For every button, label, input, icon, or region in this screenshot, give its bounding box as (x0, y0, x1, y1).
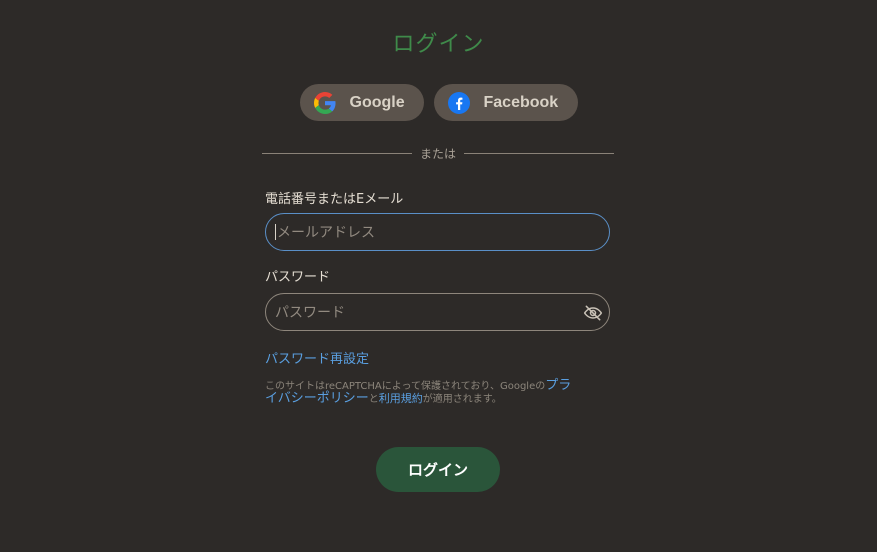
google-login-label: Google (349, 93, 405, 111)
notice-suffix: が適用されます。 (422, 394, 502, 405)
divider-line-left (262, 153, 412, 154)
notice-connector: と (368, 394, 379, 405)
page-title: ログイン (392, 32, 485, 57)
login-submit-button[interactable]: ログイン (376, 447, 500, 492)
google-login-button[interactable]: Google (299, 84, 424, 121)
password-reset-link[interactable]: パスワード再設定 (265, 348, 369, 367)
divider-text: または (420, 147, 457, 161)
text-caret (275, 224, 276, 240)
or-divider: または (262, 145, 615, 162)
password-field[interactable]: パスワード (265, 293, 610, 331)
social-login-row: Google Facebook (0, 84, 877, 121)
recaptcha-notice: このサイトはreCAPTCHAによって保護されており、Googleのプラ イバシ… (265, 378, 610, 406)
divider-line-right (464, 153, 615, 154)
privacy-policy-link[interactable]: イバシーポリシー (265, 391, 369, 406)
eye-slash-icon[interactable] (583, 303, 603, 323)
email-placeholder: メールアドレス (277, 225, 375, 241)
email-field[interactable]: メールアドレス (265, 213, 610, 251)
privacy-policy-link-start[interactable]: プラ (545, 378, 571, 393)
facebook-icon (447, 91, 470, 114)
facebook-login-label: Facebook (483, 93, 559, 111)
phone-email-label: 電話番号またはEメール (265, 192, 404, 207)
password-placeholder: パスワード (275, 305, 345, 321)
google-icon (313, 91, 336, 114)
password-label: パスワード (265, 270, 331, 285)
terms-link[interactable]: 利用規約 (379, 392, 423, 405)
facebook-login-button[interactable]: Facebook (433, 84, 578, 121)
